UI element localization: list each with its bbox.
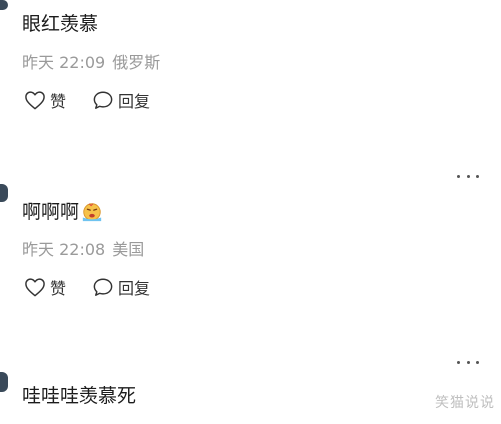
- avatar[interactable]: [0, 184, 8, 202]
- speech-bubble-icon: [93, 278, 113, 296]
- reply-button[interactable]: 回复: [92, 88, 150, 112]
- like-button[interactable]: 赞: [24, 275, 66, 299]
- comment-actions: 赞 回复: [24, 275, 176, 299]
- like-label: 赞: [50, 279, 67, 298]
- comment-location: 俄罗斯: [112, 53, 161, 72]
- comment-time: 昨天 22:09: [22, 53, 106, 72]
- speech-bubble-icon: [93, 91, 113, 109]
- comment-meta: 昨天 22:08 美国: [22, 240, 151, 260]
- avatar[interactable]: [0, 0, 8, 10]
- reply-button[interactable]: 回复: [92, 275, 150, 299]
- heart-icon: [25, 91, 45, 110]
- comment-text: 啊啊啊: [22, 200, 103, 224]
- comment-time: 昨天 22:08: [22, 240, 106, 259]
- comment-text: 哇哇哇羡慕死: [22, 385, 137, 407]
- comment-actions: 赞 回复: [24, 88, 176, 112]
- comment-location: 美国: [112, 240, 145, 259]
- watermark: 笑猫说说: [435, 395, 495, 411]
- heart-icon: [25, 278, 45, 297]
- comment-text: 眼红羡慕: [22, 13, 99, 35]
- crying-face-emoji: [82, 203, 102, 222]
- reply-label: 回复: [118, 92, 151, 111]
- more-options-icon[interactable]: [457, 357, 479, 367]
- more-options-icon[interactable]: [457, 171, 479, 181]
- comment-text-content: 啊啊啊: [22, 201, 80, 223]
- comment-meta: 昨天 22:09 俄罗斯: [22, 53, 167, 73]
- avatar[interactable]: [0, 372, 8, 392]
- like-button[interactable]: 赞: [24, 88, 66, 112]
- reply-label: 回复: [118, 279, 151, 298]
- like-label: 赞: [50, 92, 67, 111]
